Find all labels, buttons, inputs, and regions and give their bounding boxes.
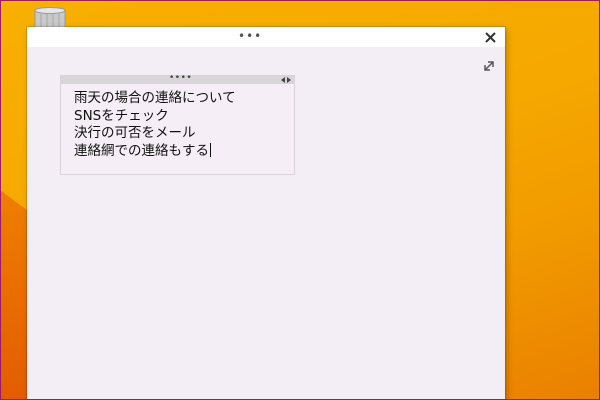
expand-button[interactable] <box>482 58 496 72</box>
note-header-bar[interactable]: •••• <box>61 74 294 84</box>
note-grip-icon[interactable]: •••• <box>169 74 192 83</box>
expand-icon <box>484 61 494 71</box>
note-line: 雨天の場合の連絡について <box>74 90 236 106</box>
close-button[interactable] <box>481 28 499 46</box>
note-text-area[interactable]: 雨天の場合の連絡について SNSをチェック 決行の可否をメール 連絡網での連絡も… <box>74 90 284 160</box>
text-caret <box>210 142 211 157</box>
sticky-notes-window: ••• •••• 雨天の場合の連絡について SNSをチェック 決行の可否をメール <box>27 27 505 400</box>
resize-arrows-icon[interactable] <box>280 76 292 84</box>
note-line: 決行の可否をメール <box>74 125 196 141</box>
drag-handle-icon[interactable]: ••• <box>238 30 261 44</box>
title-bar[interactable]: ••• <box>27 27 505 47</box>
close-icon <box>484 31 496 43</box>
sticky-note[interactable]: •••• 雨天の場合の連絡について SNSをチェック 決行の可否をメール 連絡網… <box>60 74 295 175</box>
note-line: SNSをチェック <box>74 107 169 124</box>
note-line-with-caret: 連絡網での連絡もする <box>74 142 284 161</box>
recycle-bin-icon[interactable] <box>33 7 67 30</box>
note-line-text: 連絡網での連絡もする <box>74 142 209 159</box>
